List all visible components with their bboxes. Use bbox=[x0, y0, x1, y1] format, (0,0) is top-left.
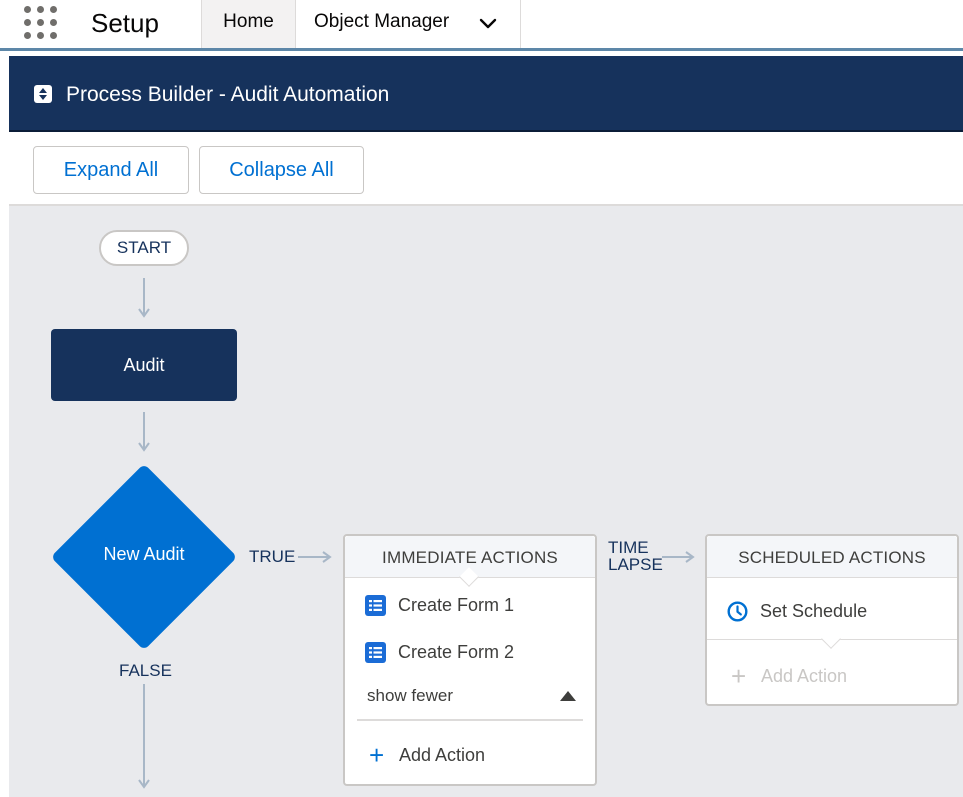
expand-all-button[interactable]: Expand All bbox=[33, 146, 189, 194]
criteria-node-audit[interactable]: Audit bbox=[51, 329, 237, 401]
page-title: Process Builder - Audit Automation bbox=[66, 83, 390, 106]
connector-true-arrow bbox=[298, 551, 332, 563]
show-fewer-label: show fewer bbox=[367, 686, 453, 705]
action-label: Create Form 2 bbox=[398, 642, 515, 662]
app-launcher-icon[interactable] bbox=[24, 6, 58, 40]
false-label: FALSE bbox=[119, 661, 172, 680]
page-header: Process Builder - Audit Automation bbox=[9, 56, 963, 132]
plus-icon: + bbox=[369, 740, 385, 770]
true-label: TRUE bbox=[249, 547, 296, 566]
decision-node[interactable]: New Audit bbox=[50, 463, 238, 651]
time-lapse-label: TIME LAPSE bbox=[608, 539, 663, 573]
record-create-icon bbox=[365, 595, 386, 616]
nav-divider bbox=[0, 48, 963, 51]
connector-time-lapse-arrow bbox=[662, 551, 695, 563]
chevron-down-icon[interactable] bbox=[478, 14, 498, 34]
show-fewer-toggle[interactable]: show fewer bbox=[367, 684, 581, 708]
record-create-icon bbox=[365, 642, 386, 663]
decision-diamond[interactable] bbox=[50, 463, 238, 651]
clock-icon bbox=[727, 601, 748, 622]
scheduled-actions-title: SCHEDULED ACTIONS bbox=[707, 536, 957, 578]
immediate-actions-panel: IMMEDIATE ACTIONS Create Form 1 Create F… bbox=[343, 534, 597, 786]
panel-notch bbox=[821, 629, 841, 649]
tab-object-manager[interactable]: Object Manager bbox=[295, 0, 521, 49]
panel-divider bbox=[357, 719, 583, 721]
collapse-all-button[interactable]: Collapse All bbox=[199, 146, 364, 194]
global-nav: Setup Home Object Manager bbox=[0, 0, 963, 49]
plus-icon: + bbox=[731, 661, 747, 691]
scheduled-actions-panel: SCHEDULED ACTIONS Set Schedule + Add Act… bbox=[705, 534, 959, 706]
time-lapse-line1: TIME bbox=[608, 538, 649, 557]
action-label: Create Form 1 bbox=[398, 595, 515, 615]
process-builder-icon bbox=[34, 85, 52, 103]
connector-criteria-to-decision bbox=[138, 412, 150, 452]
tab-object-manager-label: Object Manager bbox=[314, 11, 450, 32]
connector-false-arrow bbox=[138, 684, 150, 789]
app-name: Setup bbox=[91, 8, 159, 38]
triangle-up-icon bbox=[560, 691, 576, 701]
tab-home[interactable]: Home bbox=[201, 0, 295, 49]
set-schedule-label: Set Schedule bbox=[760, 601, 868, 621]
connector-start-to-criteria bbox=[138, 278, 150, 318]
add-action-label: Add Action bbox=[761, 666, 848, 686]
time-lapse-line2: LAPSE bbox=[608, 555, 663, 574]
add-action-label: Add Action bbox=[399, 745, 486, 765]
start-node: START bbox=[99, 230, 189, 266]
